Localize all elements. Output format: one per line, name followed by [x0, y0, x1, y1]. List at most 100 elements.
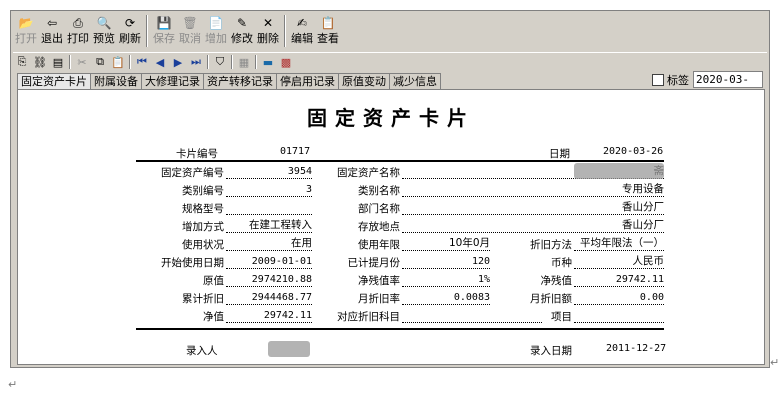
entry-person-label: 录入人	[186, 345, 218, 357]
currency-value[interactable]: 人民币	[574, 255, 664, 269]
asset-code-value[interactable]: 3954	[226, 165, 312, 179]
net-value-label: 净值	[203, 311, 224, 323]
spec-value[interactable]	[226, 201, 312, 215]
card-tabs: 固定资产卡片 附属设备 大修理记录 资产转移记录 停启用记录 原值变动 减少信息	[17, 73, 441, 89]
card-icon[interactable]: ▤	[49, 54, 67, 70]
life-value[interactable]: 10年0月	[402, 237, 490, 251]
months-value[interactable]: 120	[402, 255, 490, 269]
monthly-amt-value[interactable]: 0.00	[574, 291, 664, 305]
tab-overhaul-records[interactable]: 大修理记录	[141, 73, 204, 89]
edit-icon: ✎	[236, 16, 248, 30]
status-value[interactable]: 在用	[226, 237, 312, 251]
preview-icon: 🔍	[96, 16, 112, 30]
preview-button[interactable]: 🔍 预览	[91, 13, 117, 49]
edit-card-button[interactable]: ✍ 编辑	[289, 13, 315, 49]
next-record-icon[interactable]: ▶	[169, 54, 187, 70]
project-label: 项目	[551, 311, 572, 323]
refresh-button[interactable]: ⟳ 刷新	[117, 13, 143, 49]
redacted-mark	[574, 163, 664, 179]
toolbar-separator	[146, 15, 148, 47]
tab-asset-card[interactable]: 固定资产卡片	[17, 73, 91, 89]
view-icon: 📋	[320, 16, 336, 30]
asset-name-label: 固定资产名称	[337, 167, 400, 179]
previous-record-icon[interactable]: ◀	[151, 54, 169, 70]
start-date-value[interactable]: 2009-01-01	[226, 255, 312, 269]
toolbar-separator	[69, 55, 71, 69]
tag-label: 标签	[667, 73, 689, 87]
properties-icon[interactable]: ⎘	[13, 54, 31, 70]
link-icon[interactable]: ⛓	[31, 54, 49, 70]
paste-icon[interactable]: 📋	[109, 54, 127, 70]
tag-checkbox[interactable]	[652, 73, 664, 86]
tag-area: 标签 2020-03-26	[652, 71, 763, 101]
acc-depr-value[interactable]: 2944468.77	[226, 291, 312, 305]
asset-card: 固定资产卡片 卡片编号 01717 日期 2020-03-26 固定资产编号 3…	[17, 89, 765, 365]
print-icon: ⎙	[73, 16, 83, 30]
top-rule	[136, 160, 664, 162]
tag-date-field[interactable]: 2020-03-26	[693, 71, 763, 101]
tab-suspend-records[interactable]: 停启用记录	[276, 73, 339, 89]
bottom-rule	[136, 328, 664, 330]
toolbar-separator	[129, 55, 131, 69]
salvage-rate-label: 净残值率	[358, 275, 400, 287]
tab-transfer-records[interactable]: 资产转移记录	[203, 73, 277, 89]
view-button[interactable]: 📋 查看	[315, 13, 341, 49]
salvage-label: 净残值	[540, 275, 573, 287]
category-name-label: 类别名称	[358, 185, 400, 197]
project-value[interactable]	[574, 309, 664, 323]
depr-method-label: 折旧方法	[530, 239, 572, 251]
monthly-rate-label: 月折旧率	[358, 293, 400, 305]
start-date-label: 开始使用日期	[161, 257, 224, 269]
status-label: 使用状况	[182, 239, 224, 251]
open-folder-icon: 📂	[18, 16, 34, 30]
card-no-value: 01717	[280, 146, 311, 157]
depr-method-value[interactable]: 平均年限法（一）	[574, 237, 664, 251]
asset-code-label: 固定资产编号	[161, 167, 224, 179]
last-record-icon[interactable]: ⏭	[187, 54, 205, 70]
print-button[interactable]: ⎙ 打印	[65, 13, 91, 49]
open-button[interactable]: 📂 打开	[13, 13, 39, 49]
delete-button[interactable]: ✕ 删除	[255, 13, 281, 49]
main-toolbar: 📂 打开 ⇦ 退出 ⎙ 打印 🔍 预览 ⟳ 刷新 💾 保存 🗑 取消 📄 增加 ✎ 修改 ✕ 删除 …	[13, 13, 341, 51]
category-code-value[interactable]: 3	[226, 183, 312, 197]
location-value[interactable]: 香山分厂	[402, 219, 664, 233]
orig-value-value[interactable]: 2974210.88	[226, 273, 312, 287]
add-method-value[interactable]: 在建工程转入	[226, 219, 312, 233]
add-icon: 📄	[208, 16, 224, 30]
cancel-button[interactable]: 🗑 取消	[177, 13, 203, 49]
add-button[interactable]: 📄 增加	[203, 13, 229, 49]
tab-accessories[interactable]: 附属设备	[90, 73, 142, 89]
net-value-value[interactable]: 29742.11	[226, 309, 312, 323]
toolbar-separator	[231, 55, 233, 69]
refresh-icon: ⟳	[124, 16, 136, 30]
monthly-amt-label: 月折旧额	[530, 293, 572, 305]
location-label: 存放地点	[358, 221, 400, 233]
monitor-icon[interactable]: ▬	[259, 54, 277, 70]
entry-date-value: 2011-12-27	[606, 343, 667, 354]
calculator-icon[interactable]: ▩	[277, 54, 295, 70]
category-name-value[interactable]: 专用设备	[402, 183, 664, 197]
edit-button[interactable]: ✎ 修改	[229, 13, 255, 49]
depr-subject-label: 对应折旧科目	[337, 311, 400, 323]
salvage-rate-value[interactable]: 1%	[402, 273, 490, 287]
fixed-asset-card-window: 📂 打开 ⇦ 退出 ⎙ 打印 🔍 预览 ⟳ 刷新 💾 保存 🗑 取消 📄 增加 ✎ 修改 ✕ 删除 …	[10, 10, 770, 368]
copy-icon[interactable]: ⧉	[91, 54, 109, 70]
exit-button[interactable]: ⇦ 退出	[39, 13, 65, 49]
filter-icon[interactable]: ⛉	[211, 54, 229, 70]
salvage-value[interactable]: 29742.11	[574, 273, 664, 287]
toolbar-separator	[284, 15, 286, 47]
paragraph-mark: ↵	[8, 378, 18, 391]
save-button[interactable]: 💾 保存	[151, 13, 177, 49]
cut-icon[interactable]: ✂	[73, 54, 91, 70]
delete-icon: ✕	[262, 16, 274, 30]
exit-icon: ⇦	[46, 16, 58, 30]
months-label: 已计提月份	[347, 257, 401, 269]
first-record-icon[interactable]: ⏮	[133, 54, 151, 70]
tab-reduction-info[interactable]: 减少信息	[389, 73, 441, 89]
dept-label: 部门名称	[358, 203, 400, 215]
grid-icon[interactable]: ▦	[235, 54, 253, 70]
tab-value-changes[interactable]: 原值变动	[338, 73, 390, 89]
monthly-rate-value[interactable]: 0.0083	[402, 291, 490, 305]
card-no-label: 卡片编号	[176, 148, 218, 160]
dept-value[interactable]: 香山分厂	[402, 201, 664, 215]
